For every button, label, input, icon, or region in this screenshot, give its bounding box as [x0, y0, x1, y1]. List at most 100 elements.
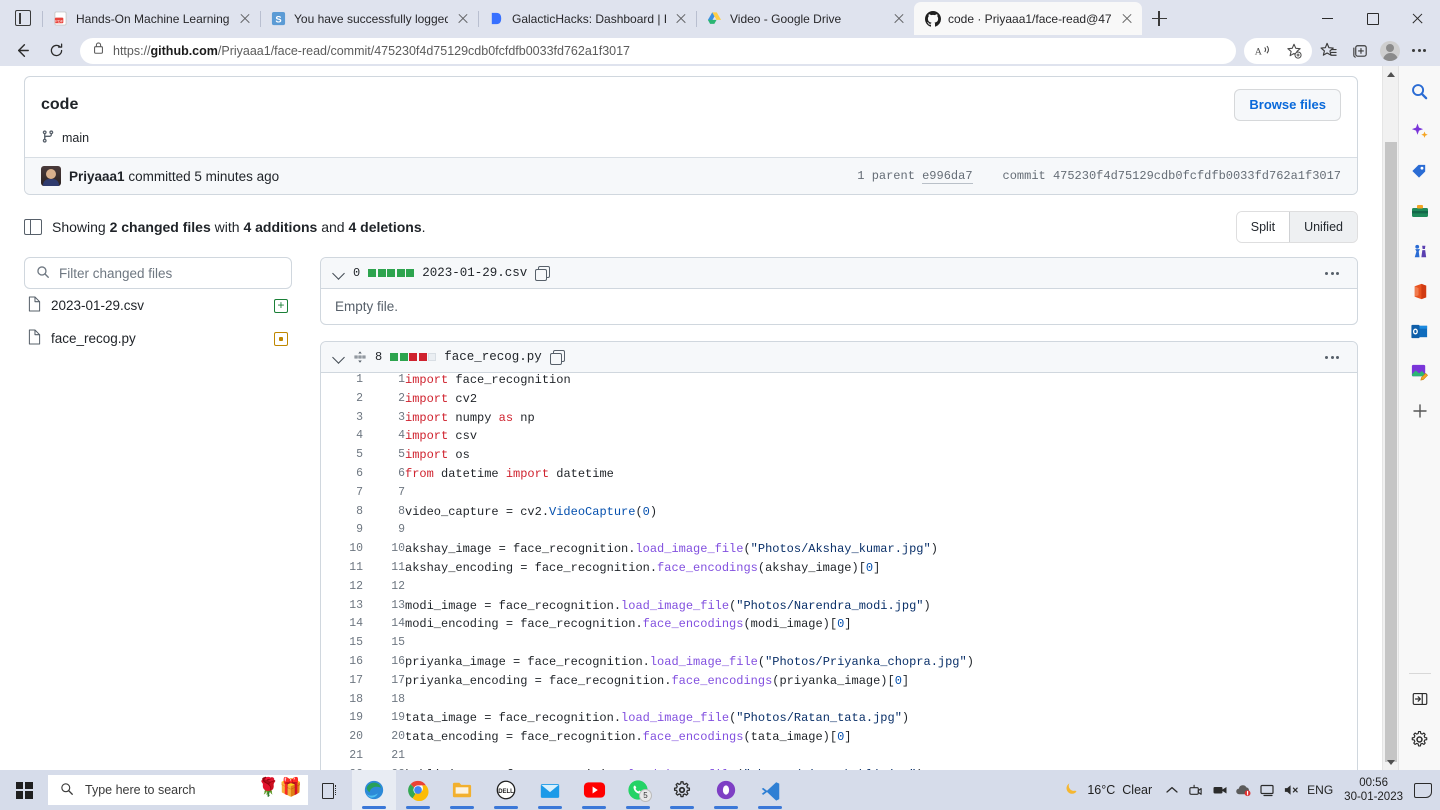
line-number-old: 19 — [321, 711, 363, 731]
maximize-button[interactable] — [1350, 2, 1395, 35]
split-screen-icon[interactable] — [1405, 684, 1435, 714]
browser-tab-3[interactable]: Video - Google Drive — [696, 2, 914, 35]
tools-icon[interactable] — [1405, 196, 1435, 226]
outlook-icon[interactable] — [1405, 316, 1435, 346]
parent-hash-link[interactable]: e996da7 — [922, 169, 973, 184]
line-number-old: 1 — [321, 373, 363, 392]
add-favorite-icon[interactable] — [1278, 37, 1310, 65]
file-tree-item-csv[interactable]: 2023-01-29.csv + — [24, 289, 292, 322]
profile-avatar[interactable] — [1376, 37, 1404, 65]
video-device-icon[interactable] — [1211, 782, 1228, 799]
branch-name[interactable]: main — [62, 131, 89, 145]
search-icon[interactable] — [1405, 76, 1435, 106]
page-scrollbar[interactable] — [1382, 66, 1398, 770]
taskbar-app-vscode[interactable] — [748, 770, 792, 810]
address-bar[interactable]: https://github.com/Priyaaa1/face-read/co… — [80, 37, 1236, 64]
close-icon[interactable] — [1119, 11, 1135, 27]
line-number-old: 13 — [321, 598, 363, 618]
split-view-button[interactable]: Split — [1236, 212, 1290, 242]
games-icon[interactable] — [1405, 236, 1435, 266]
unified-view-button[interactable]: Unified — [1289, 212, 1357, 242]
diff-file-menu-icon[interactable] — [1319, 352, 1345, 363]
copy-path-icon[interactable] — [535, 266, 551, 281]
back-icon[interactable] — [6, 37, 38, 65]
diff-code-row: 77 — [321, 485, 1357, 505]
line-number-old: 5 — [321, 448, 363, 467]
diff-columns: Filter changed files 2023-01-29.csv + fa… — [24, 257, 1358, 770]
browser-tab-4[interactable]: code · Priyaaa1/face-read@4752 — [914, 2, 1142, 35]
close-icon[interactable] — [891, 11, 907, 27]
copy-path-icon[interactable] — [549, 350, 565, 365]
browse-files-button[interactable]: Browse files — [1234, 89, 1341, 121]
filter-changed-files-input[interactable]: Filter changed files — [24, 257, 292, 289]
diff-code-cell — [405, 749, 1357, 768]
network-icon[interactable] — [1259, 782, 1276, 799]
onedrive-error-icon[interactable] — [1235, 782, 1252, 799]
taskbar-app-mail[interactable] — [528, 770, 572, 810]
settings-and-more-icon[interactable] — [1404, 37, 1434, 65]
minimize-button[interactable] — [1305, 2, 1350, 35]
taskbar-app-whatsapp[interactable]: 5 — [616, 770, 660, 810]
close-window-button[interactable] — [1395, 2, 1440, 35]
shopping-tag-icon[interactable] — [1405, 156, 1435, 186]
taskbar-app-edge[interactable] — [352, 770, 396, 810]
camera-icon[interactable] — [1187, 782, 1204, 799]
diff-file-name[interactable]: face_recog.py — [444, 350, 542, 364]
taskbar-search-input[interactable]: Type here to search 🌹🎁 — [48, 775, 308, 805]
start-button[interactable] — [0, 770, 48, 810]
file-tree-item-py[interactable]: face_recog.py — [24, 322, 292, 355]
scrollbar-thumb[interactable] — [1385, 142, 1397, 762]
commit-hash[interactable]: 475230f4d75129cdb0fcfdfb0033fd762a1f3017 — [1053, 169, 1341, 183]
taskbar-app-file-explorer[interactable] — [440, 770, 484, 810]
new-tab-button[interactable] — [1142, 2, 1176, 35]
diff-summary-row: Showing 2 changed files with 4 additions… — [24, 211, 1358, 243]
notifications-icon[interactable] — [1414, 782, 1432, 798]
taskbar-app-generic[interactable] — [704, 770, 748, 810]
favorites-icon[interactable] — [1312, 37, 1344, 65]
task-view-button[interactable] — [308, 770, 352, 810]
browser-tab-2[interactable]: GalacticHacks: Dashboard | Devfo — [478, 2, 696, 35]
taskbar-apps: DELL 5 — [352, 770, 792, 810]
chevron-down-icon[interactable] — [333, 267, 345, 279]
diff-file-name[interactable]: 2023-01-29.csv — [422, 266, 527, 280]
commit-author[interactable]: Priyaaa1 — [69, 169, 125, 184]
volume-muted-icon[interactable] — [1283, 782, 1300, 799]
collections-icon[interactable] — [1344, 37, 1376, 65]
close-icon[interactable] — [237, 11, 253, 27]
copilot-icon[interactable] — [1405, 116, 1435, 146]
commit-author-line: Priyaaa1 committed 5 minutes ago — [69, 169, 279, 184]
tab-actions-button[interactable] — [4, 1, 42, 35]
close-icon[interactable] — [455, 11, 471, 27]
chevron-down-icon[interactable] — [333, 351, 345, 363]
search-icon — [36, 265, 50, 282]
input-language[interactable]: ENG — [1307, 783, 1333, 797]
refresh-icon[interactable] — [40, 37, 72, 65]
weather-widget[interactable]: 16°C Clear — [1063, 780, 1156, 800]
gear-icon[interactable] — [1405, 724, 1435, 754]
expand-hunk-icon[interactable] — [353, 350, 367, 364]
line-number-new: 7 — [363, 485, 405, 505]
show-hidden-icons-chevron[interactable] — [1163, 782, 1180, 799]
gift-icon[interactable]: 🌹🎁 — [257, 777, 302, 798]
close-icon[interactable] — [673, 11, 689, 27]
sidebar-toggle-icon[interactable] — [24, 219, 42, 235]
file-added-badge: + — [274, 298, 288, 313]
taskbar-app-chrome[interactable] — [396, 770, 440, 810]
read-aloud-icon[interactable]: A — [1246, 37, 1278, 65]
scrollbar-down-button[interactable] — [1383, 754, 1398, 770]
diff-file-menu-icon[interactable] — [1319, 268, 1345, 279]
add-icon[interactable] — [1405, 396, 1435, 426]
office-icon[interactable] — [1405, 276, 1435, 306]
taskbar-app-youtube[interactable] — [572, 770, 616, 810]
edge-sidebar — [1398, 66, 1440, 770]
clock[interactable]: 00:56 30-01-2023 — [1340, 776, 1407, 804]
diff-file-header: 8 face_recog.py — [321, 342, 1357, 373]
line-number-new: 10 — [363, 542, 405, 561]
taskbar-app-dell[interactable]: DELL — [484, 770, 528, 810]
browser-tab-1[interactable]: S You have successfully logged on. — [260, 2, 478, 35]
taskbar-app-settings[interactable] — [660, 770, 704, 810]
browser-tab-0[interactable]: PDF Hands-On Machine Learning.pdf — [42, 2, 260, 35]
scrollbar-up-button[interactable] — [1383, 66, 1398, 82]
image-creator-icon[interactable] — [1405, 356, 1435, 386]
sidebar-divider — [1408, 673, 1431, 674]
